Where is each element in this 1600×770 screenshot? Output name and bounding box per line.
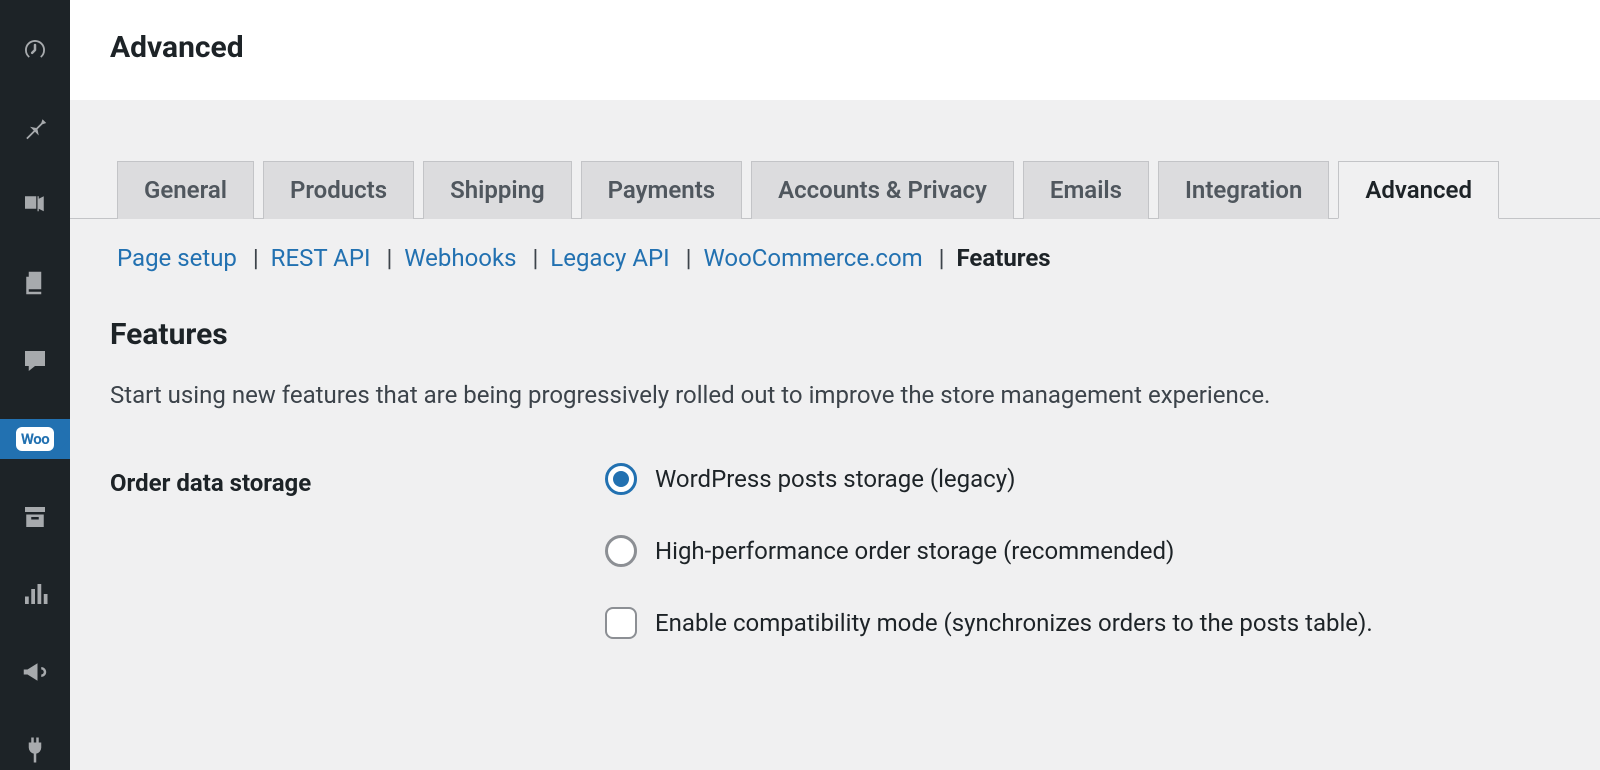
tab-advanced[interactable]: Advanced [1338,161,1499,219]
tab-integration[interactable]: Integration [1158,161,1329,219]
pin-icon [20,113,50,143]
sidebar-item-pages[interactable] [0,263,70,303]
tab-general[interactable]: General [117,161,254,219]
bars-icon [20,579,50,609]
tab-payments[interactable]: Payments [581,161,742,219]
page-header: Advanced [70,0,1600,100]
features-section: Features Start using new features that a… [70,277,1600,639]
pages-icon [20,268,50,298]
sidebar-item-comments[interactable] [0,341,70,381]
sidebar-item-dashboard[interactable] [0,30,70,70]
checkbox-icon [605,607,637,639]
content-area: General Products Shipping Payments Accou… [70,100,1600,639]
sidebar-item-marketing[interactable] [0,652,70,692]
order-data-storage-row: Order data storage WordPress posts stora… [110,463,1560,639]
sidebar-item-products[interactable] [0,497,70,537]
megaphone-icon [20,657,50,687]
subnav-page-setup[interactable]: Page setup [117,244,237,272]
gauge-icon [20,35,50,65]
sidebar-item-media[interactable] [0,186,70,226]
sidebar-item-woocommerce[interactable]: Woo [0,419,70,459]
subnav-rest-api[interactable]: REST API [271,244,371,272]
comment-icon [20,346,50,376]
tab-products[interactable]: Products [263,161,414,219]
settings-tabs: General Products Shipping Payments Accou… [70,100,1600,219]
section-title: Features [110,317,1560,352]
archive-icon [20,502,50,532]
section-description: Start using new features that are being … [110,377,1560,413]
advanced-subnav: Page setup | REST API | Webhooks | Legac… [70,219,1600,277]
option-hpos[interactable]: High-performance order storage (recommen… [605,535,1373,567]
sidebar-item-plugins[interactable] [0,730,70,770]
subnav-webhooks[interactable]: Webhooks [404,244,516,272]
admin-sidebar: Woo [0,0,70,770]
option-wp-posts-storage[interactable]: WordPress posts storage (legacy) [605,463,1373,495]
sidebar-item-posts[interactable] [0,108,70,148]
storage-options: WordPress posts storage (legacy) High-pe… [605,463,1373,639]
option-compatibility-mode[interactable]: Enable compatibility mode (synchronizes … [605,607,1373,639]
main-content: Advanced General Products Shipping Payme… [70,0,1600,770]
woo-icon: Woo [16,427,54,451]
tab-accounts-privacy[interactable]: Accounts & Privacy [751,161,1014,219]
tab-emails[interactable]: Emails [1023,161,1149,219]
plug-icon [20,735,50,765]
radio-icon [605,463,637,495]
media-icon [20,190,50,220]
subnav-features[interactable]: Features [956,244,1050,272]
field-label: Order data storage [110,463,605,497]
page-title: Advanced [110,30,1560,65]
subnav-woocommerce-com[interactable]: WooCommerce.com [703,244,922,272]
radio-icon [605,535,637,567]
sidebar-item-analytics[interactable] [0,575,70,615]
tab-shipping[interactable]: Shipping [423,161,572,219]
subnav-legacy-api[interactable]: Legacy API [550,244,669,272]
